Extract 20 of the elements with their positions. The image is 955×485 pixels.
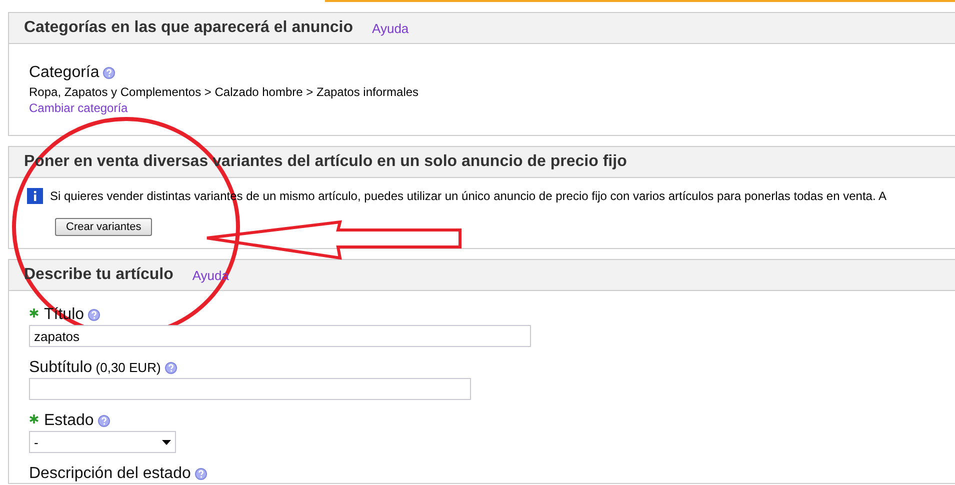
- help-link[interactable]: Ayuda: [372, 20, 409, 36]
- change-category-link[interactable]: Cambiar categoría: [29, 101, 128, 115]
- condition-dropdown[interactable]: -: [29, 431, 176, 453]
- info-icon: [27, 188, 43, 204]
- title-field[interactable]: zapatos: [29, 325, 531, 347]
- caret-icon: [162, 440, 171, 444]
- help-icon[interactable]: [103, 66, 116, 79]
- field-label: Categoría: [29, 64, 100, 81]
- section-title: Categorías en las que aparecerá el anuncio: [24, 19, 354, 37]
- field-label: Estado: [44, 412, 94, 429]
- help-icon[interactable]: [194, 468, 207, 480]
- field-label: Descripción del estado: [29, 465, 191, 482]
- category-path: Ropa, Zapatos y Complementos > Calzado hombre > Zapatos informales: [29, 85, 420, 99]
- help-icon[interactable]: [98, 414, 110, 427]
- price-note: (0,30 EUR): [94, 360, 161, 375]
- subtitle-field[interactable]: [29, 378, 471, 400]
- create-variants-button[interactable]: Crear variantes: [55, 218, 152, 236]
- field-label: Subtítulo: [29, 359, 92, 376]
- help-icon[interactable]: [164, 362, 177, 374]
- help-icon[interactable]: [88, 308, 100, 321]
